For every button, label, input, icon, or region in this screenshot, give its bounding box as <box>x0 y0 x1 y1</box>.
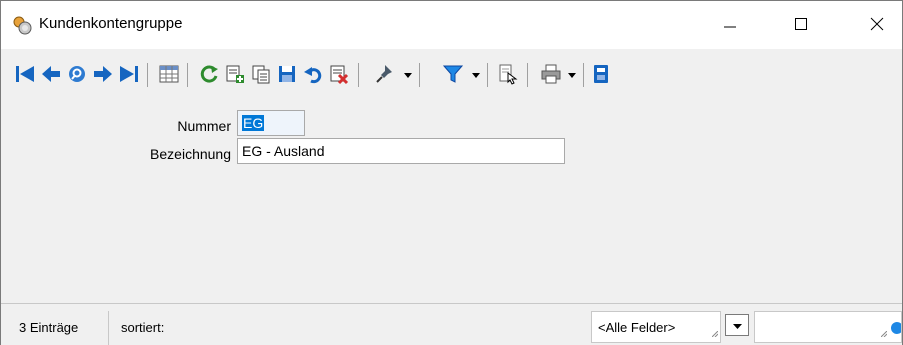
first-record-icon <box>14 63 36 85</box>
print-dropdown[interactable] <box>567 66 577 82</box>
nummer-value: EG <box>242 115 265 131</box>
next-record-button[interactable] <box>91 62 115 86</box>
form-panel: Nummer EG Bezeichnung EG - Ausland <box>1 93 902 303</box>
field-select[interactable]: <Alle Felder> <box>591 311 721 343</box>
toolbar-separator <box>583 63 584 87</box>
save-button[interactable] <box>275 62 299 86</box>
minimize-button[interactable] <box>706 1 754 49</box>
refresh-icon <box>198 63 220 85</box>
delete-icon <box>328 63 350 85</box>
resize-grip-icon <box>711 324 719 340</box>
resize-grip-icon <box>880 324 888 340</box>
filter-dropdown[interactable] <box>471 66 481 82</box>
maximize-button[interactable] <box>777 1 825 49</box>
record-count: 3 Einträge <box>9 311 109 345</box>
pin-icon <box>374 63 396 85</box>
minimize-icon <box>723 17 737 34</box>
toolbar-separator <box>187 63 188 87</box>
close-icon <box>870 17 884 34</box>
toolbar-separator <box>147 63 148 87</box>
search-button[interactable] <box>65 62 89 86</box>
bezeichnung-field[interactable]: EG - Ausland <box>237 138 565 164</box>
previous-record-icon <box>40 63 62 85</box>
status-bar: 3 Einträge sortiert: <Alle Felder> <box>1 303 903 345</box>
delete-button[interactable] <box>327 62 351 86</box>
copy-record-button[interactable] <box>249 62 273 86</box>
undo-button[interactable] <box>301 62 325 86</box>
search-go-icon[interactable] <box>887 321 903 338</box>
app-icon <box>11 14 33 36</box>
filter-button[interactable] <box>441 62 465 86</box>
nummer-field[interactable]: EG <box>237 110 305 136</box>
toolbar-separator <box>419 63 420 87</box>
window-title: Kundenkontengruppe <box>39 15 183 32</box>
calculator-icon <box>590 63 612 85</box>
save-icon <box>276 63 298 85</box>
chevron-down-icon <box>472 66 480 82</box>
maximize-icon <box>794 17 808 34</box>
export-icon <box>496 63 518 85</box>
pin-dropdown[interactable] <box>403 66 413 82</box>
next-record-icon <box>92 63 114 85</box>
first-record-button[interactable] <box>13 62 37 86</box>
table-view-icon <box>158 63 180 85</box>
refresh-button[interactable] <box>197 62 221 86</box>
chevron-down-icon <box>732 317 742 333</box>
toolbar-separator <box>527 63 528 87</box>
table-view-button[interactable] <box>157 62 181 86</box>
export-button[interactable] <box>495 62 519 86</box>
sort-status: sortiert: <box>113 311 589 345</box>
field-select-value: <Alle Felder> <box>598 320 676 335</box>
chevron-down-icon <box>404 66 412 82</box>
last-record-icon <box>118 63 140 85</box>
app-window: Kundenkontengruppe Nummer EG Bezeichnung… <box>0 0 903 345</box>
chevron-down-icon <box>568 66 576 82</box>
copy-record-icon <box>250 63 272 85</box>
close-button[interactable] <box>853 1 901 49</box>
sort-status-text: sortiert: <box>121 320 165 335</box>
toolbar <box>1 57 902 93</box>
bezeichnung-value: EG - Ausland <box>242 143 325 159</box>
toolbar-separator <box>487 63 488 87</box>
print-button[interactable] <box>539 62 563 86</box>
print-icon <box>540 63 562 85</box>
title-bar: Kundenkontengruppe <box>1 1 902 49</box>
search-icon <box>66 63 88 85</box>
toolbar-separator <box>358 63 359 87</box>
filter-icon <box>442 63 464 85</box>
previous-record-button[interactable] <box>39 62 63 86</box>
search-input[interactable] <box>754 311 903 343</box>
pin-button[interactable] <box>373 62 397 86</box>
field-select-dropdown[interactable] <box>725 314 749 336</box>
new-record-icon <box>224 63 246 85</box>
layout-button[interactable] <box>589 62 613 86</box>
undo-icon <box>302 63 324 85</box>
bezeichnung-label: Bezeichnung <box>150 146 231 162</box>
new-record-button[interactable] <box>223 62 247 86</box>
last-record-button[interactable] <box>117 62 141 86</box>
record-count-text: 3 Einträge <box>19 320 79 335</box>
nummer-label: Nummer <box>177 118 231 134</box>
